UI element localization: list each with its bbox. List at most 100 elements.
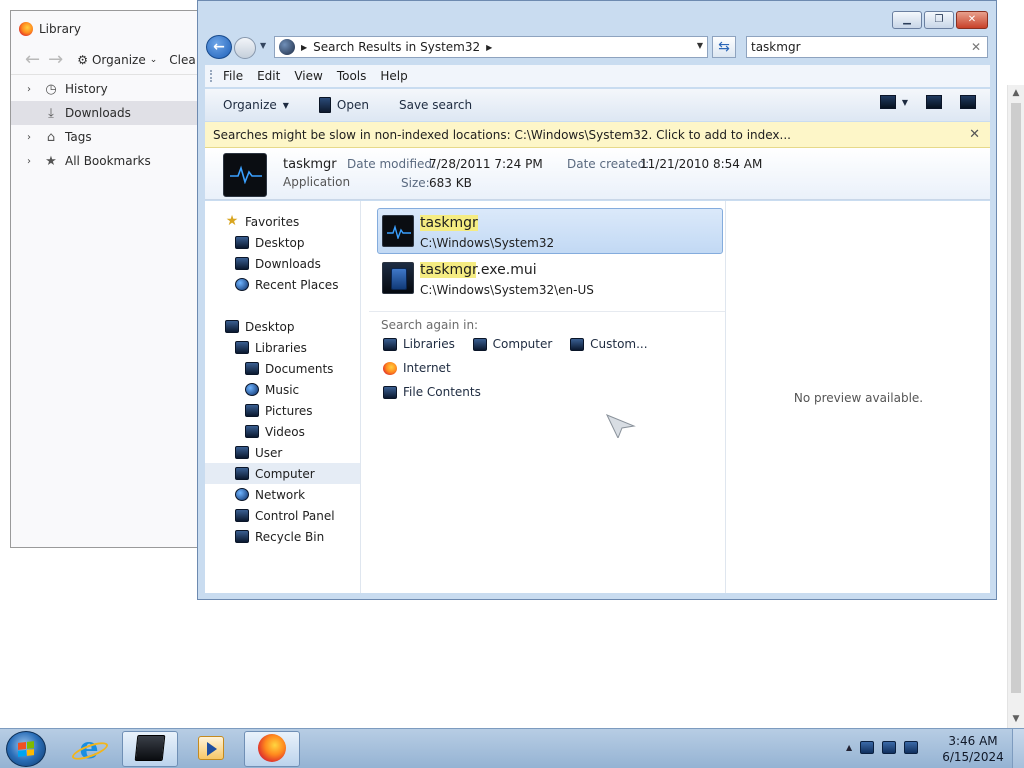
details-pane: taskmgr Application Date modified: 7/28/… (205, 148, 990, 200)
show-desktop-button[interactable] (1012, 729, 1024, 768)
tree-item-downloads[interactable]: ⤓ Downloads (11, 101, 210, 125)
result-item[interactable]: taskmgr.exe.mui C:\Windows\System32\en-U… (377, 255, 723, 301)
close-infobar-icon[interactable]: ✕ (969, 127, 980, 142)
clock[interactable]: 3:46 AM 6/15/2024 (940, 733, 1006, 765)
search-folder-icon (279, 39, 295, 55)
refresh-button[interactable]: ⇆ (712, 36, 736, 58)
media-player-icon[interactable] (198, 736, 224, 760)
help-icon[interactable] (960, 95, 976, 109)
search-again-libraries[interactable]: Libraries (383, 337, 455, 351)
library-title-bar: Library (19, 21, 81, 37)
address-bar[interactable]: ▶ Search Results in System32 ▶ ▼ (274, 36, 708, 58)
forward-arrow-icon[interactable]: → (48, 50, 63, 69)
clear-downloads-button[interactable]: Clea (169, 53, 195, 67)
explorer-window: ▁ ❐ ✕ ← ▼ ▶ Search Results in System32 ▶… (197, 0, 997, 600)
search-again-computer[interactable]: Computer (472, 337, 552, 351)
nav-recycle-bin[interactable]: Recycle Bin (235, 526, 324, 547)
volume-icon[interactable] (904, 741, 919, 754)
nav-music[interactable]: Music (245, 379, 299, 400)
save-search-button[interactable]: Save search (399, 98, 472, 112)
recent-pages-dropdown-icon[interactable]: ▼ (260, 41, 266, 50)
address-row: ← ▼ ▶ Search Results in System32 ▶ ▼ ⇆ ✕ (206, 35, 990, 59)
nav-libraries[interactable]: Libraries (235, 337, 307, 358)
internet-explorer-icon[interactable]: e (74, 734, 104, 764)
menu-tools[interactable]: Tools (337, 69, 367, 83)
nav-network[interactable]: Network (235, 484, 305, 505)
mouse-pointer-icon (606, 414, 636, 438)
search-box[interactable]: ✕ (746, 36, 988, 58)
nav-pictures[interactable]: Pictures (245, 400, 313, 421)
search-again-file-contents[interactable]: File Contents (383, 385, 481, 399)
back-arrow-icon[interactable]: ← (25, 50, 40, 69)
downloads-folder-icon (235, 257, 249, 270)
close-button[interactable]: ✕ (956, 11, 988, 29)
menu-help[interactable]: Help (380, 69, 407, 83)
open-button[interactable]: Open (318, 97, 369, 113)
file-contents-icon (383, 385, 397, 399)
tree-item-tags[interactable]: › ⌂ Tags (11, 125, 210, 149)
clock-icon: ◷ (45, 81, 57, 97)
nav-computer[interactable]: Computer (205, 463, 360, 484)
scroll-thumb[interactable] (1011, 103, 1021, 693)
scroll-down-arrow-icon[interactable]: ▼ (1008, 711, 1024, 728)
nav-user[interactable]: User (235, 442, 282, 463)
expand-chevron-icon[interactable]: › (27, 84, 37, 95)
forward-button[interactable] (234, 37, 256, 59)
computer-icon (235, 467, 249, 480)
nav-documents[interactable]: Documents (245, 358, 333, 379)
chevron-down-icon: ▼ (282, 100, 289, 110)
breadcrumb-arrow-icon[interactable]: ▶ (486, 43, 492, 52)
index-warning-bar[interactable]: Searches might be slow in non-indexed lo… (205, 122, 990, 148)
preview-message: No preview available. (793, 391, 924, 405)
clock-date: 6/15/2024 (942, 750, 1004, 764)
show-hidden-icons-icon[interactable]: ▲ (846, 743, 852, 752)
firefox-icon (383, 361, 397, 375)
view-options-dropdown-icon[interactable]: ▼ (902, 98, 908, 107)
tree-item-history[interactable]: › ◷ History (11, 77, 210, 101)
search-again-options: Libraries Computer Custom... Internet Fi… (383, 337, 723, 409)
search-again-label: Search again in: (369, 311, 725, 332)
result-item[interactable]: taskmgr C:\Windows\System32 (377, 208, 723, 254)
clear-search-icon[interactable]: ✕ (971, 40, 981, 54)
nav-desktop[interactable]: Desktop (225, 316, 295, 337)
download-icon: ⤓ (48, 105, 54, 121)
nav-recent-places[interactable]: Recent Places (235, 274, 338, 295)
menu-file[interactable]: File (223, 69, 243, 83)
recycle-bin-icon (235, 530, 249, 543)
navigation-pane: ★ Favorites Desktop Downloads Recent Plac… (205, 201, 361, 593)
menu-edit[interactable]: Edit (257, 69, 280, 83)
nav-desktop-favorite[interactable]: Desktop (235, 232, 305, 253)
tag-icon: ⌂ (46, 129, 56, 145)
maximize-button[interactable]: ❐ (924, 11, 954, 29)
tree-item-all-bookmarks[interactable]: › ★ All Bookmarks (11, 149, 210, 173)
network-status-icon[interactable] (882, 741, 897, 754)
nav-videos[interactable]: Videos (245, 421, 305, 442)
organize-menu-button[interactable]: ⚙ Organize ⌄ (77, 53, 157, 67)
expand-chevron-icon[interactable]: › (27, 156, 37, 167)
search-again-custom[interactable]: Custom... (570, 337, 648, 351)
change-view-icon[interactable] (879, 95, 896, 109)
network-icon (235, 488, 249, 501)
breadcrumb-search-results[interactable]: Search Results in System32 (313, 40, 480, 54)
breadcrumb-arrow-icon[interactable]: ▶ (301, 43, 307, 52)
expand-chevron-icon[interactable]: › (27, 132, 37, 143)
back-button[interactable]: ← (206, 35, 232, 59)
videos-icon (245, 425, 259, 438)
address-dropdown-icon[interactable]: ▼ (697, 41, 703, 50)
organize-label: Organize (91, 52, 146, 67)
nav-control-panel[interactable]: Control Panel (235, 505, 335, 526)
nav-downloads[interactable]: Downloads (235, 253, 321, 274)
start-button[interactable] (6, 731, 46, 767)
nav-favorites[interactable]: ★ Favorites (225, 211, 300, 232)
search-input[interactable] (751, 39, 961, 55)
search-again-internet[interactable]: Internet (383, 361, 451, 375)
preview-pane-icon[interactable] (926, 95, 942, 109)
minimize-button[interactable]: ▁ (892, 11, 922, 29)
menu-view[interactable]: View (294, 69, 322, 83)
scroll-up-arrow-icon[interactable]: ▲ (1008, 85, 1024, 102)
organize-button[interactable]: Organize ▼ (223, 98, 289, 112)
custom-folder-icon (570, 337, 585, 351)
page-scrollbar[interactable]: ▲ ▼ (1007, 85, 1024, 728)
action-center-icon[interactable] (860, 741, 875, 754)
save-search-label: Save search (398, 98, 473, 112)
